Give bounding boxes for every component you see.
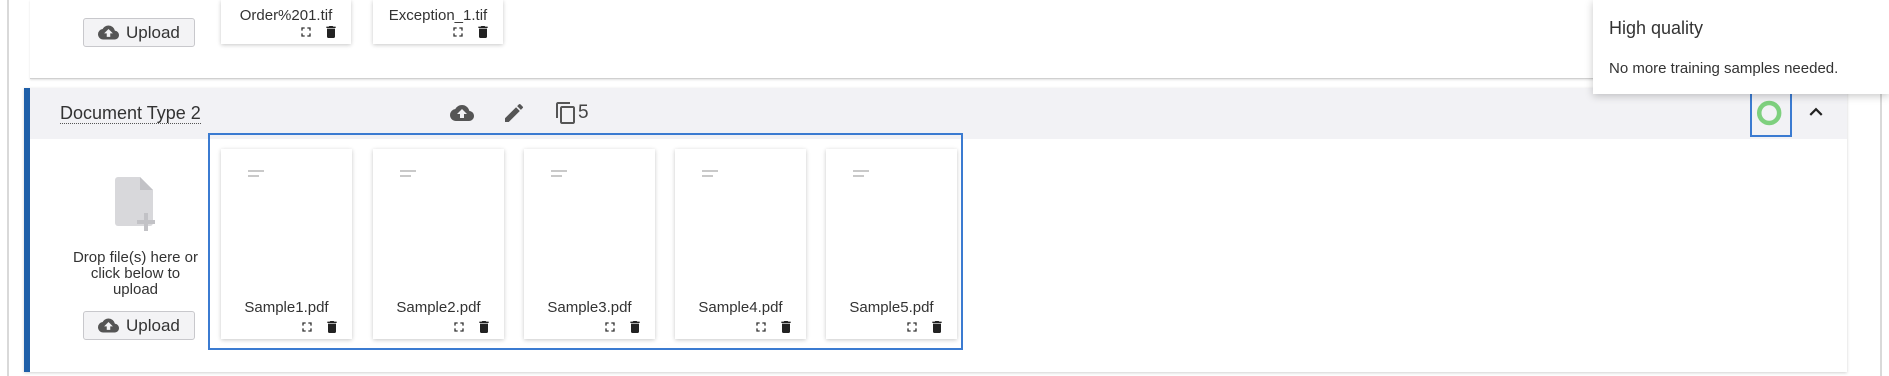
- section-header: Document Type 2 5: [30, 88, 1847, 139]
- quality-tooltip: High quality No more training samples ne…: [1593, 0, 1889, 94]
- file-name: Exception_1.tif: [388, 7, 488, 24]
- quality-indicator[interactable]: [1750, 89, 1792, 137]
- expand-icon[interactable]: [450, 24, 466, 40]
- trash-icon[interactable]: [475, 24, 491, 40]
- edit-icon-button[interactable]: [502, 101, 526, 125]
- upload-icon-button[interactable]: [450, 101, 474, 125]
- pencil-icon: [505, 103, 524, 122]
- cloud-upload-icon: [98, 25, 119, 40]
- selected-files-highlight: [208, 133, 963, 350]
- copy-icon: [556, 102, 575, 124]
- file-card-order1[interactable]: Order%201.tif: [221, 0, 351, 44]
- file-card-exception1[interactable]: Exception_1.tif: [373, 0, 503, 44]
- cloud-upload-icon: [98, 318, 119, 333]
- section-title[interactable]: Document Type 2: [60, 103, 201, 124]
- file-name: Order%201.tif: [239, 7, 333, 24]
- expand-icon[interactable]: [298, 24, 314, 40]
- tooltip-title: High quality: [1609, 18, 1704, 38]
- chevron-up-icon: [1809, 107, 1823, 116]
- file-add-icon: [115, 177, 155, 231]
- outer-frame-left: [7, 0, 9, 376]
- cloud-upload-icon: [450, 105, 474, 121]
- tooltip-message: No more training samples needed.: [1609, 60, 1839, 77]
- collapse-button[interactable]: [1803, 99, 1829, 130]
- upload-button-label: Upload: [126, 315, 180, 335]
- drop-zone[interactable]: [60, 175, 210, 235]
- trash-icon[interactable]: [323, 24, 339, 40]
- quality-ring-icon: [1756, 100, 1782, 126]
- upload-button-top[interactable]: Upload: [83, 18, 195, 47]
- sample-count: 5: [578, 102, 589, 123]
- drop-zone-text: Drop file(s) here or click below to uplo…: [72, 249, 199, 298]
- copy-icon-button[interactable]: [554, 101, 578, 125]
- upload-button[interactable]: Upload: [83, 311, 195, 340]
- upload-button-label: Upload: [126, 22, 180, 42]
